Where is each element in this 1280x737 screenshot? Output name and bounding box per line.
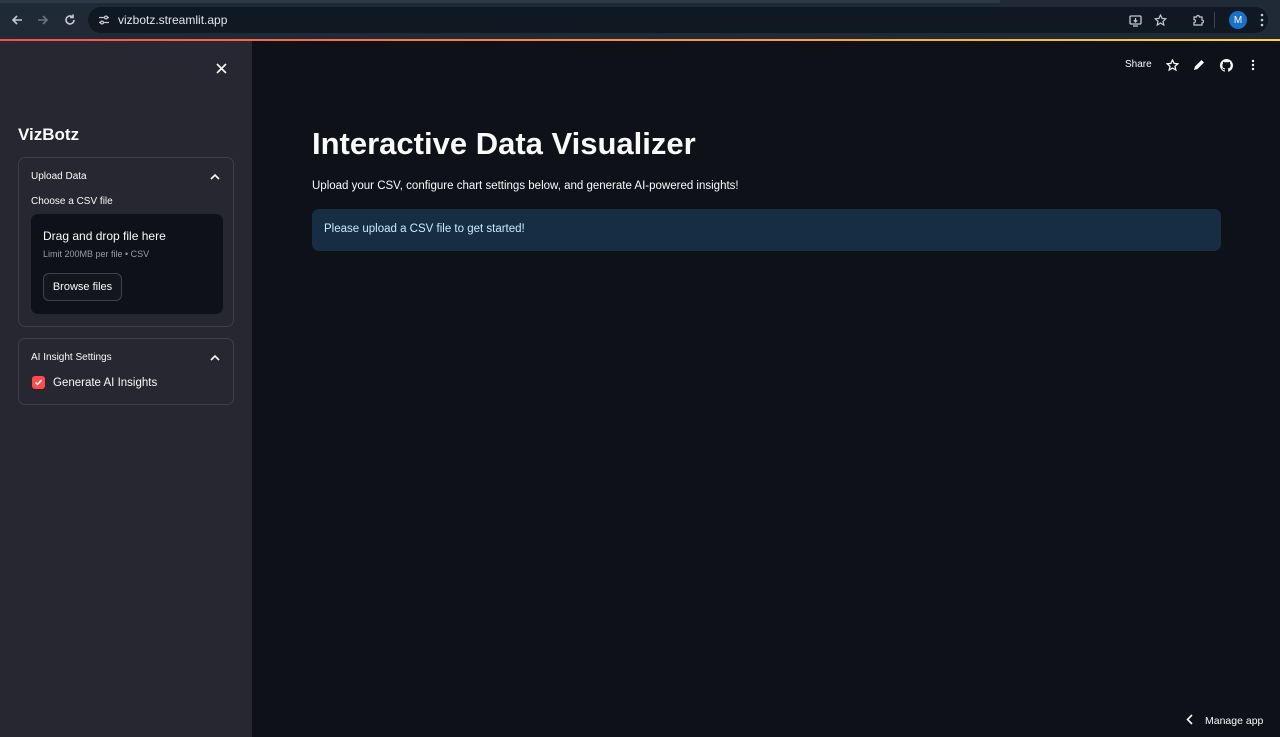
page-title: Interactive Data Visualizer xyxy=(312,126,696,161)
ai-insight-settings-expander: AI Insight Settings Generate AI Insights xyxy=(18,338,234,405)
file-uploader-label: Choose a CSV file xyxy=(31,196,113,207)
file-dropzone[interactable]: Drag and drop file here Limit 200MB per … xyxy=(31,214,223,314)
share-button[interactable]: Share xyxy=(1125,59,1152,70)
site-info-icon[interactable] xyxy=(96,12,112,28)
reload-icon[interactable] xyxy=(61,11,79,29)
sidebar-title: VizBotz xyxy=(18,125,80,144)
page-subtitle: Upload your CSV, configure chart setting… xyxy=(312,180,739,192)
expander-label: Upload Data xyxy=(31,170,87,182)
dropzone-limit-text: Limit 200MB per file • CSV xyxy=(43,249,150,259)
toolbar-divider xyxy=(1214,12,1215,28)
app-toolbar: Share xyxy=(1120,58,1270,74)
upload-data-expander: Upload Data Choose a CSV file Drag and d… xyxy=(18,157,234,327)
address-bar[interactable]: vizbotz.streamlit.app xyxy=(88,7,1268,33)
sidebar: VizBotz Upload Data Choose a CSV file Dr… xyxy=(0,41,252,737)
edit-pencil-icon[interactable] xyxy=(1192,58,1206,72)
chevron-left-icon xyxy=(1186,712,1193,730)
close-icon[interactable] xyxy=(212,59,230,77)
browse-files-button[interactable]: Browse files xyxy=(43,273,122,301)
extensions-icon[interactable] xyxy=(1189,11,1207,29)
generate-ai-insights-checkbox[interactable]: Generate AI Insights xyxy=(32,376,157,389)
tab-strip xyxy=(0,0,1000,3)
info-alert: Please upload a CSV file to get started! xyxy=(312,209,1221,251)
info-alert-text: Please upload a CSV file to get started! xyxy=(324,223,525,235)
more-menu-icon[interactable] xyxy=(1246,58,1260,72)
manage-app-button[interactable]: Manage app xyxy=(1186,712,1263,730)
profile-avatar[interactable]: M xyxy=(1229,11,1247,29)
github-icon[interactable] xyxy=(1219,58,1233,72)
dropzone-title: Drag and drop file here xyxy=(43,229,166,243)
browser-toolbar: vizbotz.streamlit.app M xyxy=(0,0,1280,39)
bookmark-star-icon[interactable] xyxy=(1152,12,1168,28)
url-text[interactable]: vizbotz.streamlit.app xyxy=(118,13,227,27)
checkbox-checked-icon[interactable] xyxy=(32,376,45,389)
forward-icon[interactable] xyxy=(34,11,52,29)
expander-label: AI Insight Settings xyxy=(31,351,112,363)
back-icon[interactable] xyxy=(8,11,26,29)
ai-insight-settings-expander-header[interactable]: AI Insight Settings xyxy=(31,349,221,365)
upload-data-expander-header[interactable]: Upload Data xyxy=(31,168,221,184)
checkbox-label: Generate AI Insights xyxy=(53,376,158,389)
star-icon[interactable] xyxy=(1165,58,1179,72)
kebab-menu-icon[interactable] xyxy=(1254,11,1270,29)
install-app-icon[interactable] xyxy=(1127,12,1143,28)
chevron-up-icon xyxy=(209,351,221,363)
chevron-up-icon xyxy=(209,170,221,182)
manage-app-label: Manage app xyxy=(1205,715,1264,727)
